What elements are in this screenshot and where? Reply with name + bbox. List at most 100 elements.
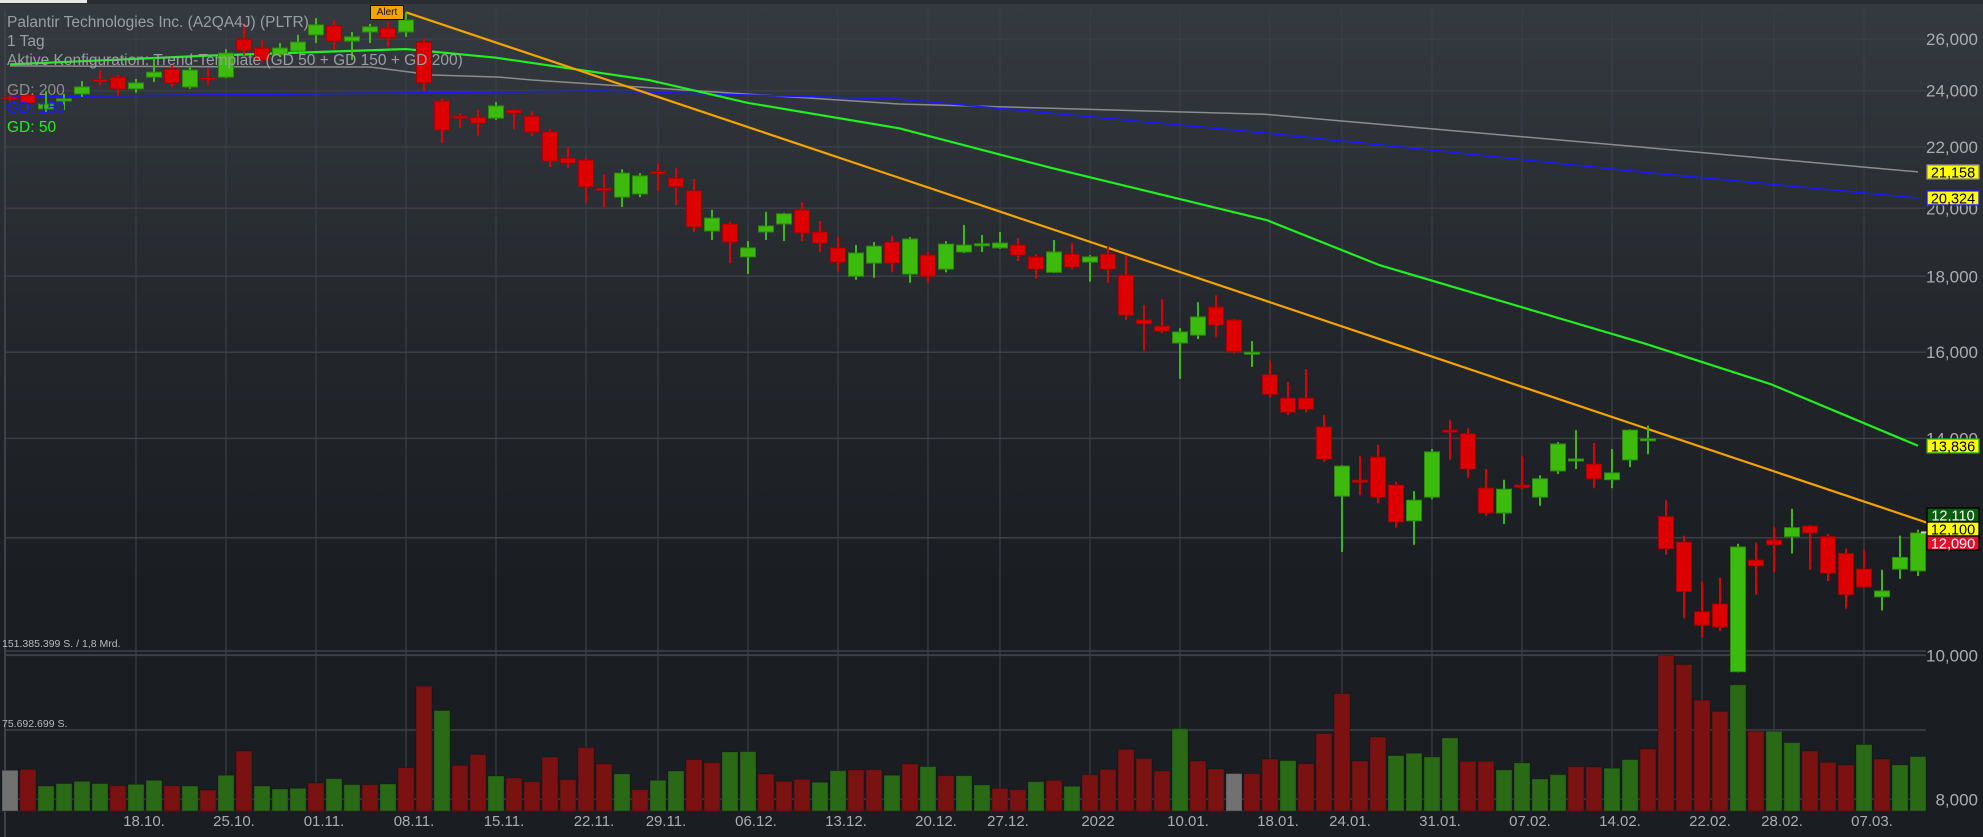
legend-gd150[interactable]: GD: 150 xyxy=(7,100,65,118)
candle-body xyxy=(1154,325,1170,332)
candle xyxy=(110,75,126,96)
volume-bar xyxy=(1423,756,1441,812)
candle-body xyxy=(866,245,882,264)
config-label[interactable]: Aktive Konfiguration: Trend-Template (GD… xyxy=(7,52,463,70)
price-badge: 21,158 xyxy=(1926,164,1980,181)
y-tick-label: 16,000 xyxy=(1926,343,1978,362)
candle xyxy=(1280,381,1296,415)
volume-bar xyxy=(559,779,577,812)
volume-bar xyxy=(433,710,451,812)
candle-body xyxy=(92,79,108,83)
candle-body xyxy=(1658,516,1674,550)
volume-bar xyxy=(91,783,109,812)
volume-bar xyxy=(1675,663,1693,812)
candle-body xyxy=(452,115,468,119)
candle-body xyxy=(956,244,972,253)
volume-bar xyxy=(757,773,775,812)
candle xyxy=(866,242,882,278)
candle-body xyxy=(1604,472,1620,481)
y-tick-label: 18,000 xyxy=(1926,267,1978,286)
candle xyxy=(1514,456,1530,490)
volume-bar xyxy=(667,770,685,812)
volume-bar xyxy=(1801,750,1819,812)
candle xyxy=(650,163,666,191)
legend-gd50[interactable]: GD: 50 xyxy=(7,119,56,137)
candle xyxy=(1460,428,1476,478)
alert-badge[interactable]: Alert xyxy=(370,5,404,20)
candle-body xyxy=(938,243,954,270)
candle xyxy=(1874,569,1890,611)
candle-body xyxy=(722,223,738,243)
volume-half-label: 75.692.699 S. xyxy=(2,718,68,730)
volume-bar xyxy=(163,785,181,812)
volume-bar xyxy=(181,785,199,812)
candle xyxy=(722,221,738,264)
interval-label[interactable]: 1 Tag xyxy=(7,33,45,51)
candle xyxy=(1442,419,1458,460)
volume-bar xyxy=(1531,778,1549,812)
candle xyxy=(1226,318,1242,354)
volume-bar xyxy=(487,775,505,812)
volume-bar xyxy=(775,780,793,812)
instrument-title: Palantir Technologies Inc. (A2QA4J) (PLT… xyxy=(7,14,309,31)
volume-bar xyxy=(1855,744,1873,812)
x-tick-label: 22.11. xyxy=(574,813,615,830)
legend-gd200[interactable]: GD: 200 xyxy=(7,82,65,100)
candle-body xyxy=(1028,256,1044,270)
candle-body xyxy=(1370,456,1386,498)
candle-body xyxy=(1712,603,1728,628)
candle xyxy=(470,110,486,137)
candlestick-chart[interactable]: 26,00024,00022,00020,00018,00016,00014,0… xyxy=(0,0,1983,837)
candle xyxy=(290,34,306,54)
candle xyxy=(956,224,972,254)
volume-bar xyxy=(1297,763,1315,812)
candle xyxy=(776,212,792,242)
candle xyxy=(992,231,1008,249)
candle xyxy=(1748,542,1764,595)
volume-bar xyxy=(451,764,469,812)
candle xyxy=(1388,481,1404,528)
candle-body xyxy=(1622,429,1638,461)
candle xyxy=(848,245,864,280)
candle xyxy=(1244,341,1260,367)
candle-body xyxy=(830,247,846,263)
candle-body xyxy=(1388,484,1404,523)
candle xyxy=(74,81,90,97)
candle xyxy=(632,173,648,198)
volume-bar xyxy=(1009,789,1027,812)
candle-body xyxy=(1316,426,1332,460)
volume-bar xyxy=(1657,654,1675,812)
candle xyxy=(1712,577,1728,632)
candle xyxy=(1802,525,1818,570)
volume-bar xyxy=(1225,773,1243,812)
volume-bar xyxy=(1261,758,1279,812)
candle-body xyxy=(1730,546,1746,673)
chart-window: 26,00024,00022,00020,00018,00016,00014,0… xyxy=(0,0,1983,837)
volume-bar xyxy=(1369,736,1387,812)
volume-bar xyxy=(73,780,91,812)
volume-bar xyxy=(1765,730,1783,812)
candle xyxy=(1190,302,1206,340)
candle-body xyxy=(668,177,684,188)
candle xyxy=(542,129,558,168)
candle xyxy=(1028,254,1044,279)
candle-body xyxy=(1550,443,1566,472)
candle-body xyxy=(1838,553,1854,595)
volume-bar xyxy=(649,779,667,812)
candle-body xyxy=(1046,251,1062,273)
volume-bar xyxy=(1045,779,1063,812)
volume-bar xyxy=(1099,768,1117,812)
volume-bar xyxy=(1189,760,1207,812)
candle-body xyxy=(1478,487,1494,514)
x-tick-label: 13.12. xyxy=(825,813,867,830)
candle xyxy=(488,102,504,121)
candle xyxy=(506,108,522,130)
candle-body xyxy=(1262,374,1278,395)
volume-bar xyxy=(1135,758,1153,812)
x-tick-label: 24.01. xyxy=(1329,813,1371,830)
candle xyxy=(1352,456,1368,496)
candle xyxy=(578,158,594,204)
candle-body xyxy=(974,243,990,247)
candle xyxy=(920,251,936,283)
volume-bar xyxy=(1567,766,1585,812)
